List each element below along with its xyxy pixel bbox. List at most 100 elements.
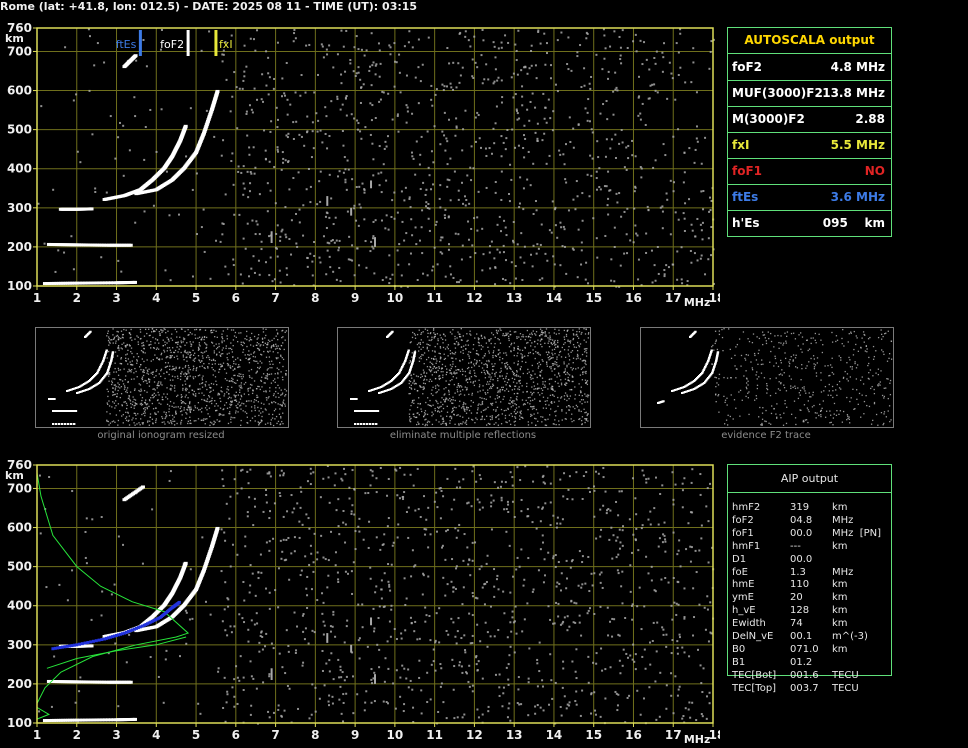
thumbnail-dot bbox=[561, 410, 563, 412]
thumbnail-dot bbox=[429, 361, 431, 363]
thumbnail-dot bbox=[417, 402, 419, 405]
thumbnail-dot bbox=[587, 420, 589, 422]
thumbnail-dot bbox=[505, 354, 508, 356]
noise-dot bbox=[243, 70, 246, 73]
thumbnail-dot bbox=[171, 422, 173, 425]
noise-dot bbox=[618, 142, 621, 145]
thumbnail-dot bbox=[194, 406, 197, 409]
thumbnail-trace-point bbox=[67, 423, 70, 425]
thumbnail-dot bbox=[205, 356, 208, 359]
thumbnail-dot bbox=[154, 389, 156, 391]
thumbnail-trace-point bbox=[105, 349, 108, 352]
noise-dot bbox=[328, 255, 331, 258]
noise-dot bbox=[247, 196, 250, 199]
noise-dot bbox=[644, 123, 647, 126]
thumbnail-dot bbox=[466, 333, 468, 335]
noise-dot bbox=[397, 130, 400, 133]
noise-dot bbox=[248, 153, 251, 156]
noise-dot bbox=[663, 275, 666, 278]
noise-dot bbox=[564, 178, 567, 181]
thumbnail-dot bbox=[889, 420, 891, 423]
noise-dot bbox=[512, 221, 515, 224]
noise-dot bbox=[558, 149, 561, 152]
thumbnail-dot bbox=[282, 365, 284, 368]
thumbnail-dot bbox=[445, 373, 448, 376]
thumbnail-dot bbox=[423, 362, 425, 365]
noise-dot bbox=[522, 187, 525, 190]
noise-dot bbox=[164, 269, 167, 272]
thumbnail-dot bbox=[469, 372, 471, 374]
noise-dot bbox=[474, 140, 477, 143]
thumbnail-dot bbox=[175, 367, 177, 370]
thumbnail-dot bbox=[495, 422, 497, 424]
thumbnail-dot bbox=[137, 413, 139, 415]
thumbnail-dot bbox=[411, 336, 414, 339]
thumbnail-dot bbox=[530, 378, 532, 380]
thumbnail-dot bbox=[431, 415, 433, 417]
thumbnail-dot bbox=[248, 362, 251, 364]
noise-dot bbox=[428, 229, 431, 232]
thumbnail-dot bbox=[125, 346, 127, 348]
noise-dot bbox=[701, 238, 704, 241]
noise-dot bbox=[476, 111, 479, 114]
thumbnail-dot bbox=[454, 351, 457, 354]
thumbnail-dot bbox=[887, 330, 889, 332]
thumbnail-dot bbox=[268, 356, 271, 358]
noise-dot bbox=[638, 75, 641, 78]
thumbnail-dot bbox=[520, 410, 522, 412]
noise-dot bbox=[654, 62, 657, 65]
thumbnail-dot bbox=[535, 418, 537, 420]
thumbnail-dot bbox=[271, 417, 274, 419]
thumbnail-dot bbox=[542, 381, 544, 383]
thumbnail-dot bbox=[743, 375, 745, 377]
noise-dot bbox=[633, 190, 636, 193]
thumbnail-dot bbox=[578, 328, 580, 330]
thumbnail-dot bbox=[237, 394, 239, 396]
noise-dot bbox=[310, 156, 313, 159]
thumbnail-dot bbox=[179, 378, 182, 381]
thumbnail-dot bbox=[435, 399, 437, 402]
noise-dot bbox=[265, 84, 268, 87]
noise-dot bbox=[500, 46, 503, 49]
thumbnail-dot bbox=[111, 421, 113, 423]
thumbnail-dot bbox=[471, 392, 474, 395]
thumbnail-dot bbox=[112, 378, 114, 380]
thumbnail-dot bbox=[849, 400, 851, 403]
noise-dot bbox=[607, 213, 610, 216]
thumbnail-dot bbox=[800, 332, 802, 334]
thumbnail-dot bbox=[486, 381, 489, 383]
thumbnail-dot bbox=[561, 409, 563, 411]
thumbnail-dot bbox=[272, 424, 275, 427]
noise-dot bbox=[531, 92, 534, 95]
thumbnail-dot bbox=[238, 385, 240, 387]
thumbnail-dot bbox=[554, 380, 557, 383]
thumbnail-dot bbox=[120, 363, 123, 365]
thumbnail-dot bbox=[443, 420, 445, 422]
noise-dot bbox=[563, 245, 566, 248]
noise-dot bbox=[694, 148, 697, 151]
noise-dot bbox=[344, 181, 347, 184]
thumbnail-dot bbox=[146, 369, 149, 371]
thumbnail-dot bbox=[439, 347, 442, 349]
thumbnail-dot bbox=[572, 406, 574, 408]
thumbnail-dot bbox=[181, 384, 184, 386]
noise-dot bbox=[497, 47, 500, 50]
noise-dots bbox=[37, 28, 715, 288]
noise-dot bbox=[342, 144, 345, 147]
thumbnail-dot bbox=[114, 384, 116, 386]
thumbnail-dot bbox=[566, 399, 568, 402]
thumbnail-dot bbox=[208, 407, 211, 409]
noise-dot bbox=[548, 229, 551, 232]
thumbnail-dot bbox=[507, 332, 509, 334]
thumbnail-dot bbox=[560, 356, 563, 358]
thumbnail-dot bbox=[412, 331, 414, 334]
thumbnail-dot bbox=[165, 332, 167, 334]
thumbnail-dot bbox=[186, 413, 188, 415]
thumbnail-dot bbox=[184, 366, 186, 368]
thumbnail-dot bbox=[536, 343, 539, 345]
thumbnail-dot bbox=[160, 353, 162, 356]
thumbnail-dot bbox=[114, 421, 116, 423]
thumbnail-dot bbox=[433, 332, 435, 334]
thumbnail-dot bbox=[568, 409, 570, 411]
thumbnail-dot bbox=[578, 383, 580, 385]
